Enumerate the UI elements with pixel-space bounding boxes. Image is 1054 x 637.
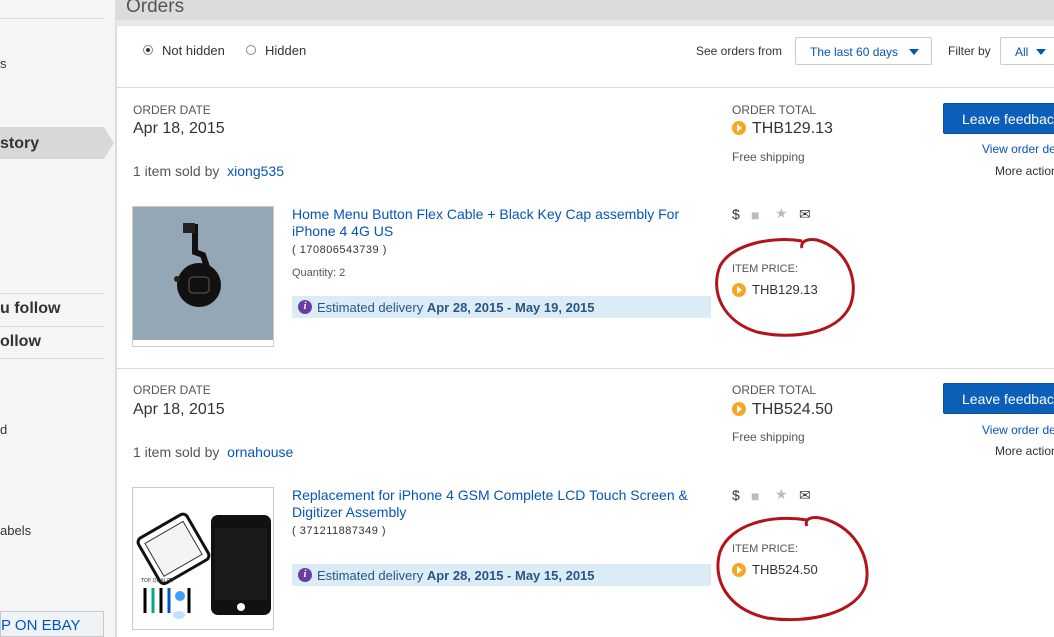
- see-orders-from-label: See orders from: [696, 44, 783, 58]
- shipped-truck-icon: ■: [751, 488, 760, 504]
- delivery-prefix: Estimated delivery: [317, 568, 424, 583]
- seller-link[interactable]: xiong535: [227, 163, 284, 179]
- filter-by-label: Filter by: [948, 44, 991, 58]
- paid-dollar-icon: $: [732, 487, 740, 503]
- chevron-down-icon: [909, 49, 919, 55]
- sold-by-prefix: 1 item sold by: [133, 444, 220, 460]
- period-select[interactable]: The last 60 days: [795, 37, 932, 65]
- shop-on-ebay-label: P ON EBAY: [1, 617, 81, 634]
- view-order-details-link[interactable]: View order details: [982, 423, 1054, 437]
- sidebar-divider: [0, 18, 104, 19]
- delivery-range: Apr 28, 2015 - May 19, 2015: [426, 300, 595, 315]
- feedback-star-icon: ★: [775, 486, 788, 502]
- order-date-label: ORDER DATE: [133, 383, 211, 397]
- sidebar-item-following[interactable]: ollow: [0, 333, 41, 351]
- sidebar-divider: [0, 358, 104, 359]
- order-date: Apr 18, 2015: [133, 120, 225, 137]
- leave-feedback-label: Leave feedback: [962, 111, 1054, 127]
- item-quantity: Quantity: 2: [292, 267, 346, 279]
- order-date: Apr 18, 2015: [133, 401, 225, 418]
- filter-select[interactable]: All: [1000, 37, 1054, 65]
- item-title-link[interactable]: Home Menu Button Flex Cable + Black Key …: [292, 206, 702, 240]
- info-icon: i: [298, 300, 312, 314]
- leave-feedback-label: Leave feedback: [962, 391, 1054, 407]
- radio-not-hidden[interactable]: [143, 45, 153, 55]
- order-total-label: ORDER TOTAL: [732, 103, 817, 117]
- feedback-received-envelope-icon: ✉: [799, 487, 811, 503]
- paypal-icon: [732, 402, 746, 416]
- sidebar-item-people-you-follow[interactable]: u follow: [0, 300, 60, 318]
- orders-header-bar: [116, 0, 1054, 20]
- page-title: Orders: [126, 0, 185, 17]
- seller-link[interactable]: ornahouse: [227, 444, 293, 460]
- estimated-delivery-text: Estimated delivery Apr 28, 2015 - May 19…: [317, 300, 595, 315]
- radio-hidden-label: Hidden: [265, 43, 307, 58]
- sidebar-item-purchase-history[interactable]: story: [0, 135, 39, 153]
- delivery-prefix: Estimated delivery: [317, 300, 424, 315]
- estimated-delivery-banner: i Estimated delivery Apr 28, 2015 - May …: [292, 564, 711, 586]
- shipped-truck-icon: ■: [751, 207, 760, 223]
- radio-hidden[interactable]: [246, 45, 256, 55]
- estimated-delivery-banner: i Estimated delivery Apr 28, 2015 - May …: [292, 296, 711, 318]
- period-select-value: The last 60 days: [810, 45, 899, 59]
- sidebar-item-5[interactable]: d: [0, 422, 7, 437]
- thumb-caption: TOP QUALITY: [140, 578, 175, 584]
- divider: [117, 368, 1054, 369]
- item-thumbnail[interactable]: TOP QUALITY: [132, 487, 274, 630]
- sidebar-active-arrow: [104, 127, 114, 159]
- feedback-received-envelope-icon: ✉: [799, 206, 811, 222]
- sidebar-divider: [0, 293, 104, 294]
- item-image: TOP QUALITY: [133, 488, 273, 629]
- more-actions-link[interactable]: More actions: [995, 164, 1054, 178]
- sold-by-prefix: 1 item sold by: [133, 163, 220, 179]
- chevron-down-icon: [1036, 49, 1046, 55]
- order-total: THB129.13: [752, 120, 833, 137]
- sidebar-divider: [0, 326, 104, 327]
- red-annotation-circle: [716, 516, 869, 622]
- filter-select-value: All: [1015, 45, 1029, 59]
- order-total: THB524.50: [752, 401, 833, 418]
- radio-not-hidden-label: Not hidden: [162, 43, 225, 58]
- info-icon: i: [298, 568, 312, 582]
- view-order-details-link[interactable]: View order details: [982, 142, 1054, 156]
- item-title-link[interactable]: Replacement for iPhone 4 GSM Complete LC…: [292, 487, 712, 521]
- feedback-star-icon: ★: [775, 205, 788, 221]
- shop-on-ebay-button[interactable]: P ON EBAY: [0, 611, 104, 637]
- order-date-label: ORDER DATE: [133, 103, 211, 117]
- sold-by-line: 1 item sold by xiong535: [133, 163, 284, 179]
- paypal-icon: [732, 121, 746, 135]
- divider: [117, 87, 1054, 88]
- sold-by-line: 1 item sold by ornahouse: [133, 444, 293, 460]
- leave-feedback-button[interactable]: Leave feedback: [943, 383, 1054, 414]
- estimated-delivery-text: Estimated delivery Apr 28, 2015 - May 15…: [317, 568, 595, 583]
- item-thumbnail[interactable]: [132, 206, 274, 347]
- item-number: ( 170806543739 ): [292, 244, 387, 256]
- shipping-info: Free shipping: [732, 150, 805, 164]
- leave-feedback-button[interactable]: Leave feedback: [943, 103, 1054, 134]
- sidebar-item-1[interactable]: s: [0, 56, 7, 71]
- sidebar-item-labels[interactable]: abels: [0, 523, 31, 538]
- paid-dollar-icon: $: [732, 206, 740, 222]
- order-total-label: ORDER TOTAL: [732, 383, 817, 397]
- item-number: ( 371211887349 ): [292, 525, 387, 537]
- left-sidebar: s story u follow ollow d abels P ON EBAY: [0, 0, 116, 637]
- red-annotation-circle: [715, 238, 855, 337]
- item-image: [133, 207, 273, 340]
- more-actions-link[interactable]: More actions: [995, 444, 1054, 458]
- shipping-info: Free shipping: [732, 430, 805, 444]
- delivery-range: Apr 28, 2015 - May 15, 2015: [426, 568, 595, 583]
